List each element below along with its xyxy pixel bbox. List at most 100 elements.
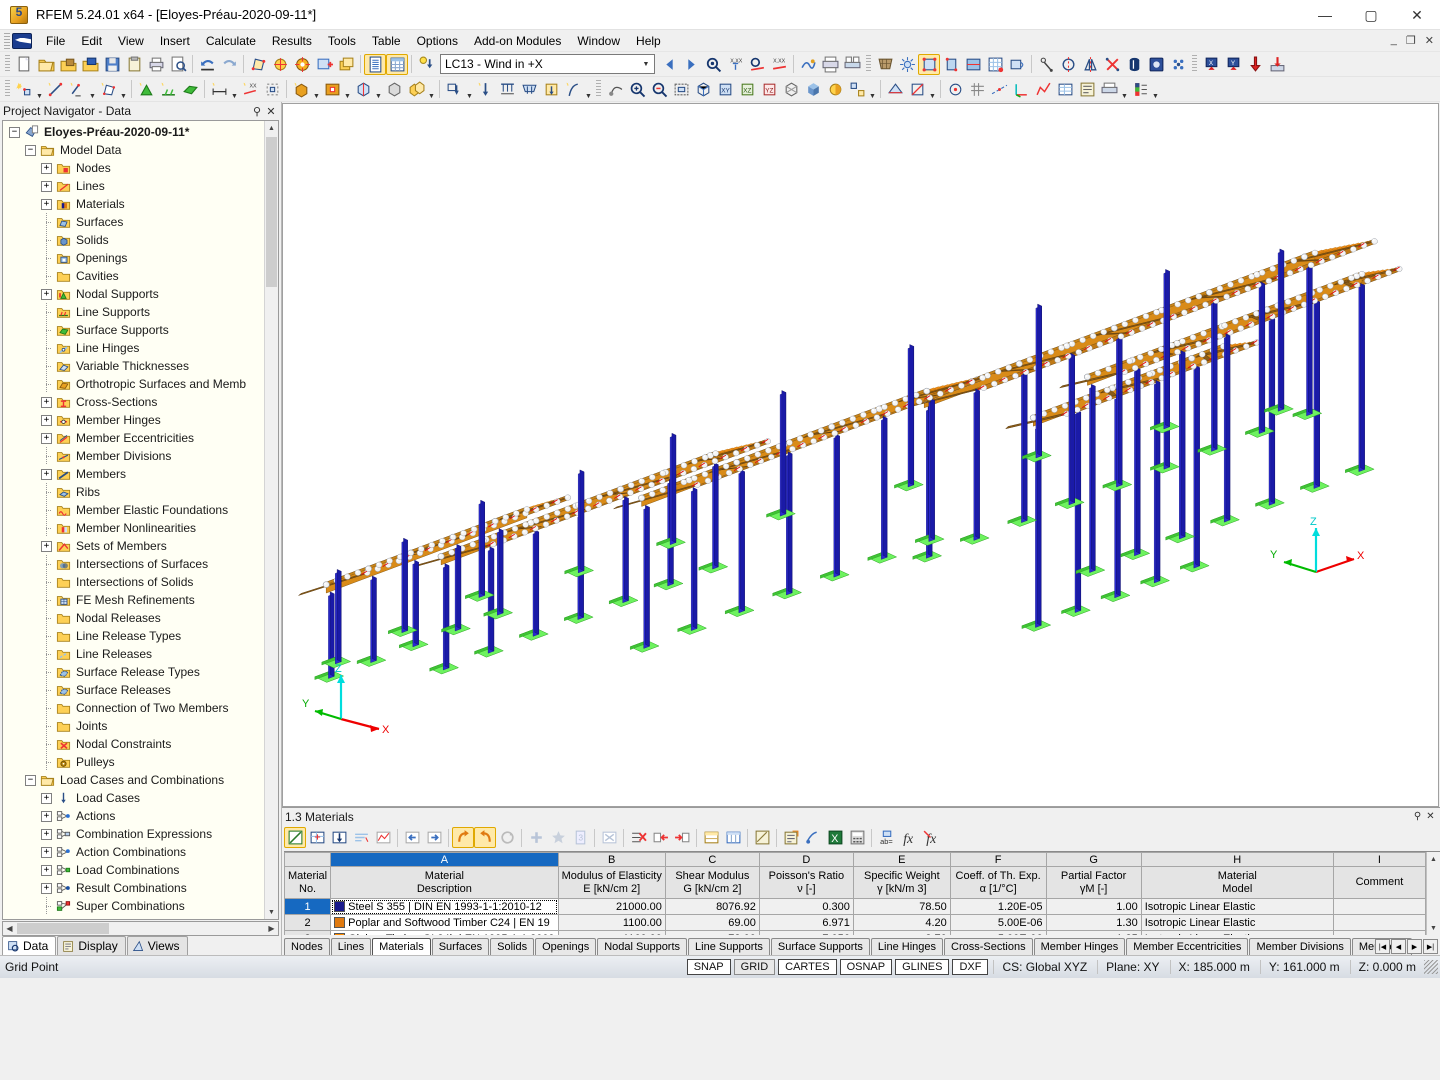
snap-settings-icon[interactable]: [944, 79, 966, 100]
table-properties-icon[interactable]: [780, 827, 802, 848]
table-tab-navigation[interactable]: |◀ ◀ ▶ ▶|: [1375, 939, 1438, 954]
visibility-icon[interactable]: [846, 79, 868, 100]
structural-model-render[interactable]: [283, 104, 1438, 806]
result-diagram-icon[interactable]: [746, 54, 768, 75]
tree-item-combination-expressions[interactable]: + Combination Expressions: [3, 825, 264, 843]
expand-icon[interactable]: +: [41, 882, 52, 894]
result-values-icon[interactable]: X.XX: [724, 54, 746, 75]
table-close-icon[interactable]: ✕: [1424, 811, 1437, 822]
zoom-in-icon[interactable]: [626, 79, 648, 100]
expand-icon[interactable]: +: [41, 432, 52, 444]
cell-alpha[interactable]: 5.00E-06: [949, 914, 1047, 931]
rotate-view-icon[interactable]: [291, 54, 313, 75]
menu-insert[interactable]: Insert: [152, 31, 198, 51]
tab-nav-button-3[interactable]: ▶|: [1423, 939, 1438, 954]
table-tab-member-hinges[interactable]: Member Hinges: [1033, 938, 1126, 955]
cell-nu[interactable]: 6.971: [758, 914, 854, 931]
load-in-x-icon[interactable]: X: [1200, 54, 1222, 75]
table-insert-left-icon[interactable]: [649, 827, 671, 848]
calculator-icon[interactable]: [846, 827, 868, 848]
table-column-colors-icon[interactable]: [722, 827, 744, 848]
view-xy-icon[interactable]: XY: [714, 79, 736, 100]
surface-load-icon[interactable]: [518, 79, 540, 100]
table-tab-solids[interactable]: Solids: [490, 938, 535, 955]
menu-results[interactable]: Results: [264, 31, 320, 51]
result-value-label-icon[interactable]: X.XX: [768, 54, 790, 75]
cell-G[interactable]: 69.00: [664, 914, 760, 931]
load-case-import-icon[interactable]: [415, 54, 437, 75]
table-row[interactable]: 1 Steel S 355 | DIN EN 1993-1-1:2010-12 21…: [284, 898, 1427, 915]
table-info-icon[interactable]: 3: [569, 827, 591, 848]
menu-options[interactable]: Options: [409, 31, 466, 51]
render-model-icon[interactable]: [797, 54, 819, 75]
resize-grip[interactable]: [1424, 960, 1438, 974]
previous-load-case-icon[interactable]: [658, 54, 680, 75]
tree-item-surface-release-types[interactable]: Surface Release Types: [3, 663, 264, 681]
load-surface-icon[interactable]: [1266, 54, 1288, 75]
delete-cross-icon[interactable]: [1101, 54, 1123, 75]
navigator-tree[interactable]: − Eloyes-Préau-2020-09-11* − Model Data + Nod…: [3, 121, 264, 919]
load-case-input[interactable]: [441, 56, 638, 72]
table-tab-surface-supports[interactable]: Surface Supports: [770, 938, 870, 955]
nav-tab-data[interactable]: Data: [2, 936, 57, 955]
tree-item-solids[interactable]: Solids: [3, 231, 264, 249]
table-tab-member-eccentricities[interactable]: Member Eccentricities: [1126, 938, 1249, 955]
menu-help[interactable]: Help: [628, 31, 669, 51]
view-yz-icon[interactable]: YZ: [758, 79, 780, 100]
tree-item-model-data[interactable]: − Model Data: [3, 141, 264, 159]
column-header-C[interactable]: C: [664, 852, 760, 867]
tree-item-surface-supports[interactable]: Surface Supports: [3, 321, 264, 339]
new-cavity-icon[interactable]: [352, 79, 374, 100]
new-opening-dropdown-icon[interactable]: ▼: [343, 79, 352, 100]
new-comment-icon[interactable]: XX: [239, 79, 261, 100]
cell-gamma[interactable]: 78.50: [852, 898, 951, 915]
table-tab-line-supports[interactable]: Line Supports: [688, 938, 770, 955]
menu-calculate[interactable]: Calculate: [198, 31, 264, 51]
cylinder-object-icon[interactable]: [1123, 54, 1145, 75]
color-legend-dropdown-icon[interactable]: ▼: [1151, 79, 1160, 100]
scroll-up-icon[interactable]: ▲: [265, 121, 278, 135]
copy-solid-dropdown-icon[interactable]: ▼: [427, 79, 436, 100]
tree-item-line-hinges[interactable]: Line Hinges: [3, 339, 264, 357]
new-surface-icon[interactable]: [97, 79, 119, 100]
tree-item-materials[interactable]: + Materials: [3, 195, 264, 213]
section-plane-icon[interactable]: [884, 79, 906, 100]
tree-item-orthotropic-surfaces-and-memb[interactable]: Orthotropic Surfaces and Memb: [3, 375, 264, 393]
new-file-icon[interactable]: [13, 54, 35, 75]
table-insert-right-icon[interactable]: [671, 827, 693, 848]
new-solid-icon[interactable]: [290, 79, 312, 100]
menu-window[interactable]: Window: [569, 31, 628, 51]
tab-nav-button-0[interactable]: |◀: [1375, 939, 1390, 954]
table-tab-member-divisions[interactable]: Member Divisions: [1249, 938, 1351, 955]
add-selection-icon[interactable]: [313, 54, 335, 75]
new-line-dropdown-icon[interactable]: ▼: [88, 79, 97, 100]
mirror-vertical-icon[interactable]: [1057, 54, 1079, 75]
new-window-icon[interactable]: [335, 54, 357, 75]
model-viewport-3d[interactable]: X Z Y X Z Y: [282, 103, 1439, 807]
table-tab-cross-sections[interactable]: Cross-Sections: [944, 938, 1033, 955]
tree-item-surfaces[interactable]: Surfaces: [3, 213, 264, 231]
tree-item-member-nonlinearities[interactable]: Member Nonlinearities: [3, 519, 264, 537]
expand-icon[interactable]: +: [41, 288, 52, 300]
table-row[interactable]: 2 Poplar and Softwood Timber C24 | EN 19 1…: [284, 914, 1427, 931]
tree-item-members[interactable]: + Members: [3, 465, 264, 483]
grid-scroll-up-icon[interactable]: ▲: [1427, 852, 1440, 866]
cell-gamma_m[interactable]: 1.00: [1045, 898, 1142, 915]
expand-icon[interactable]: +: [41, 792, 52, 804]
tree-item-intersections-of-solids[interactable]: Intersections of Solids: [3, 573, 264, 591]
mirror-icon[interactable]: [1079, 54, 1101, 75]
close-button[interactable]: ✕: [1394, 0, 1440, 30]
print-report2-icon[interactable]: [1098, 79, 1120, 100]
column-header-F[interactable]: F: [949, 852, 1047, 867]
show-results-icon[interactable]: [702, 54, 724, 75]
table-filter-icon[interactable]: [802, 827, 824, 848]
print-report-icon[interactable]: [819, 54, 841, 75]
tree-item-load-cases[interactable]: + Load Cases: [3, 789, 264, 807]
generate-mesh-icon[interactable]: [896, 54, 918, 75]
load-down-icon[interactable]: [1244, 54, 1266, 75]
toolbar-grip-handle[interactable]: [1192, 55, 1197, 73]
tree-item-member-elastic-foundations[interactable]: Member Elastic Foundations: [3, 501, 264, 519]
toolbar-grip-handle[interactable]: [5, 55, 10, 73]
table-pin-icon[interactable]: ⚲: [1411, 811, 1424, 822]
zoom-fit-icon[interactable]: [670, 79, 692, 100]
